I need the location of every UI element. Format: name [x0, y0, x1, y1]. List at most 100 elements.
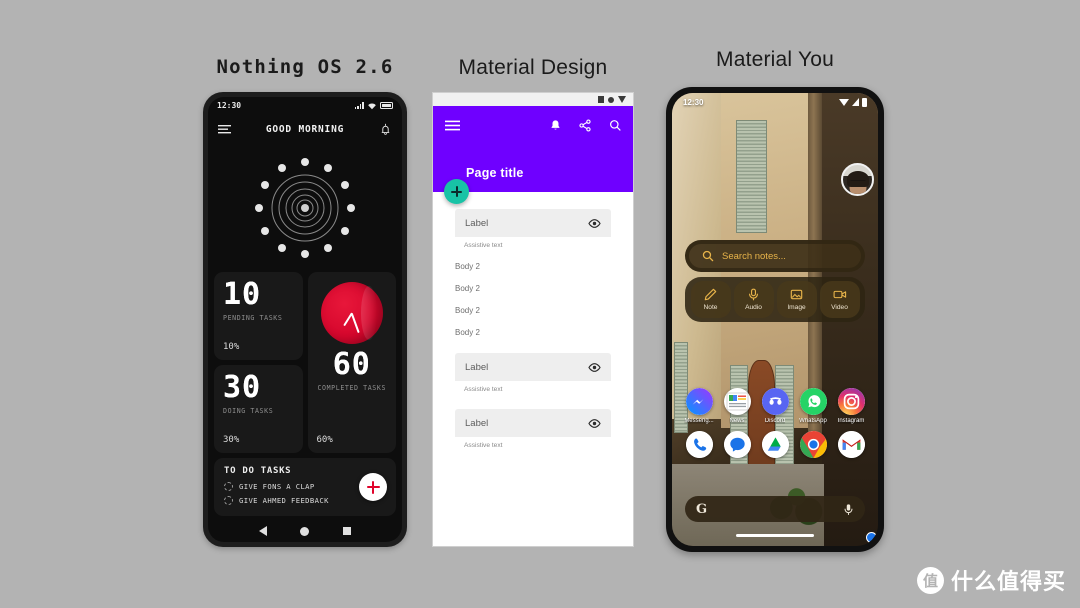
stat-value: 60	[332, 347, 371, 382]
back-icon[interactable]	[258, 526, 267, 536]
android-nav-bar	[208, 520, 402, 542]
column-title-material-you: Material You	[716, 48, 834, 71]
stat-card-pending[interactable]: 10 PENDING TASKS 10%	[214, 272, 303, 360]
checkbox-icon[interactable]	[224, 496, 233, 505]
nothing-screen: 12:30 GOOD MORNING 10 PENDING TASKS 10% …	[208, 97, 402, 542]
text-field[interactable]: Label	[455, 209, 611, 237]
gmail-icon	[837, 431, 865, 458]
wifi-icon	[368, 103, 376, 109]
nothing-stats-grid: 10 PENDING TASKS 10% 30 DOING TASKS 30%	[208, 272, 402, 458]
status-indicator-icon	[598, 96, 604, 103]
todo-item[interactable]: GIVE AHMED FEEDBACK	[224, 496, 386, 505]
column-title-material-design: Material Design	[458, 56, 608, 79]
video-action-button[interactable]: Video	[819, 281, 860, 318]
add-task-fab[interactable]	[359, 473, 387, 501]
google-news-icon	[723, 388, 751, 415]
text-field-label: Label	[465, 417, 489, 429]
app-messages[interactable]	[719, 431, 755, 458]
app-chrome[interactable]	[795, 431, 831, 458]
eye-icon[interactable]	[588, 218, 601, 228]
share-icon[interactable]	[579, 118, 591, 132]
todo-title: TO DO TASKS	[224, 466, 292, 476]
home-icon[interactable]	[300, 526, 310, 536]
app-drive[interactable]	[757, 431, 793, 458]
app-news[interactable]: News	[719, 388, 755, 424]
assistive-text: Assistive text	[464, 442, 503, 449]
notes-action-bar: Note Audio Image Video	[685, 277, 865, 322]
my-status-bar: 12:30	[672, 93, 878, 111]
app-messenger[interactable]: Messeng...	[681, 388, 717, 424]
stat-percent: 60%	[316, 435, 333, 445]
app-instagram[interactable]: Instagram	[833, 388, 869, 424]
signal-bars-icon	[354, 102, 364, 109]
image-action-button[interactable]: Image	[776, 281, 817, 318]
text-field-label: Label	[465, 361, 489, 373]
app-label: Instagram	[837, 418, 865, 424]
search-icon[interactable]	[702, 250, 714, 262]
google-g-icon: G	[696, 501, 708, 517]
text-field-label: Label	[465, 217, 489, 229]
chat-bubble-avatar[interactable]	[841, 163, 874, 196]
app-gmail[interactable]	[833, 431, 869, 458]
hamburger-menu-icon[interactable]	[445, 120, 460, 131]
watermark: 值 什么值得买	[916, 564, 1066, 596]
md-content: Label Assistive text Body 2 Body 2 Body …	[433, 192, 633, 546]
app-grid: Messeng... News Discord WhatsApp Instagr…	[672, 388, 878, 465]
text-field[interactable]: Label	[455, 353, 611, 381]
google-search-bar[interactable]: G	[685, 496, 865, 522]
recents-icon[interactable]	[343, 527, 352, 535]
assistive-text: Assistive text	[464, 242, 503, 249]
status-indicator-icon	[608, 96, 614, 103]
audio-action-button[interactable]: Audio	[733, 281, 774, 318]
eye-icon[interactable]	[588, 418, 601, 428]
assistive-text: Assistive text	[464, 386, 503, 393]
status-time: 12:30	[683, 97, 704, 107]
notification-bell-icon[interactable]	[379, 123, 392, 136]
page-title: GOOD MORNING	[265, 123, 345, 135]
text-field[interactable]: Label	[455, 409, 611, 437]
body-text: Body 2	[455, 328, 480, 337]
screenshot-canvas: Nothing OS 2.6 Material Design Material …	[0, 0, 1080, 608]
battery-icon	[862, 97, 867, 107]
notes-search-placeholder: Search notes...	[722, 250, 786, 262]
notification-bell-icon[interactable]	[550, 119, 561, 132]
stat-card-doing[interactable]: 30 DOING TASKS 30%	[214, 365, 303, 453]
app-label: Messeng...	[684, 418, 714, 424]
nothing-header: GOOD MORNING	[208, 114, 402, 144]
stat-caption: DOING TASKS	[223, 407, 274, 415]
app-phone[interactable]	[681, 431, 717, 458]
eye-icon[interactable]	[588, 362, 601, 372]
instagram-icon	[837, 388, 865, 415]
column-title-nothing-os: Nothing OS 2.6	[216, 56, 394, 78]
app-row: Messeng... News Discord WhatsApp Instagr…	[681, 388, 869, 424]
add-fab[interactable]	[444, 179, 469, 204]
app-row	[681, 431, 869, 458]
hamburger-menu-icon[interactable]	[218, 124, 231, 134]
image-icon	[790, 289, 803, 300]
app-discord[interactable]: Discord	[757, 388, 793, 424]
gesture-bar[interactable]	[736, 534, 814, 537]
microphone-icon[interactable]	[843, 503, 854, 516]
stat-caption: PENDING TASKS	[223, 314, 283, 322]
stat-caption: COMPLETED TASKS	[317, 384, 387, 392]
discord-icon	[761, 388, 789, 415]
stat-value: 30	[223, 370, 262, 405]
todo-label: GIVE FONS A CLAP	[239, 482, 315, 491]
stat-card-completed[interactable]: 60 COMPLETED TASKS 60%	[307, 272, 396, 453]
note-action-button[interactable]: Note	[690, 281, 731, 318]
search-icon[interactable]	[609, 119, 621, 132]
action-label: Image	[787, 304, 806, 311]
checkbox-icon[interactable]	[224, 482, 233, 491]
microphone-icon	[749, 288, 758, 301]
watermark-text: 什么值得买	[950, 570, 1066, 595]
bubble-badge	[866, 532, 877, 543]
app-label: Discord	[764, 418, 786, 424]
stat-percent: 30%	[223, 435, 240, 445]
notes-search-bar[interactable]: Search notes...	[685, 240, 865, 272]
todo-label: GIVE AHMED FEEDBACK	[239, 496, 329, 505]
stat-value: 10	[223, 277, 262, 312]
md-status-bar	[433, 93, 633, 106]
app-whatsapp[interactable]: WhatsApp	[795, 388, 831, 424]
phone-material-you: 12:30 Search notes... Note Audio Image V…	[666, 87, 884, 552]
app-label: News	[729, 418, 745, 424]
